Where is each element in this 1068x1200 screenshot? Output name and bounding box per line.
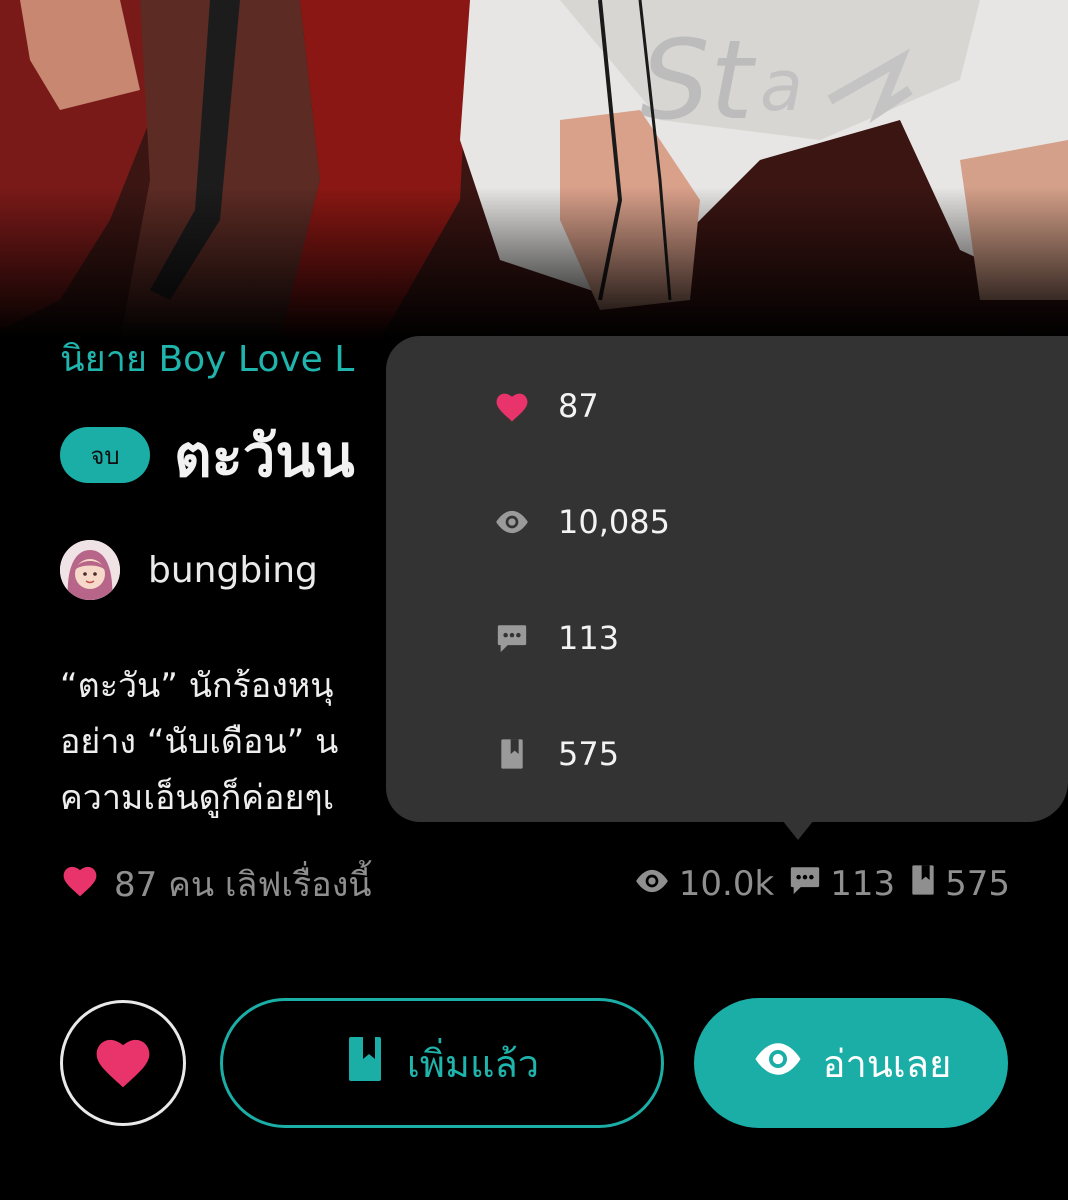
eye-icon <box>751 1040 823 1087</box>
status-badge: จบ <box>60 427 150 483</box>
comment-icon <box>492 622 532 654</box>
bookmarks-count: 575 <box>945 864 1010 904</box>
love-count-text: 87 คน เลิฟเรื่องนี้ <box>114 865 372 905</box>
bookmark-icon <box>909 864 945 905</box>
eye-icon <box>633 864 679 904</box>
stats-row: 87 คน เลิฟเรื่องนี้ 10.0k 113 575 <box>60 856 1010 912</box>
read-now-button[interactable]: อ่านเลย <box>694 998 1008 1128</box>
add-button-label: เพิ่มแล้ว <box>406 1041 540 1086</box>
stats-popup: 87 10,085 113 575 <box>386 336 1068 822</box>
eye-icon <box>492 509 532 535</box>
popup-bookmarks: 575 <box>492 724 619 784</box>
add-to-library-button[interactable]: เพิ่มแล้ว <box>220 998 664 1128</box>
popup-likes-value: 87 <box>558 387 599 425</box>
author-row[interactable]: bungbing <box>60 540 318 600</box>
description-line: ความเอ็นดูก็ค่อยๆเ <box>60 778 335 818</box>
description: “ตะวัน” นักร้องหนุ อย่าง “นับเดือน” น คว… <box>60 658 338 826</box>
love-stat: 87 คน เลิฟเรื่องนี้ <box>60 856 372 912</box>
heart-icon <box>60 862 114 907</box>
counts-group[interactable]: 10.0k 113 575 <box>619 856 1010 912</box>
popup-views: 10,085 <box>492 492 670 552</box>
bookmark-icon <box>492 738 532 770</box>
comment-icon <box>788 864 830 905</box>
views-count: 10.0k <box>678 864 775 904</box>
popup-likes: 87 <box>492 376 599 436</box>
popup-comments-value: 113 <box>558 619 620 657</box>
popup-comments: 113 <box>492 608 619 668</box>
description-line: “ตะวัน” นักร้องหนุ <box>60 666 334 706</box>
heart-icon <box>492 389 532 423</box>
author-name[interactable]: bungbing <box>148 550 318 591</box>
like-button[interactable] <box>60 1000 186 1126</box>
popup-views-value: 10,085 <box>558 503 670 541</box>
page-title: ตะวันน <box>174 421 355 490</box>
comments-stat[interactable]: 113 <box>788 864 895 905</box>
avatar[interactable] <box>60 540 120 600</box>
comments-count: 113 <box>830 864 896 904</box>
heart-icon <box>91 1032 155 1094</box>
read-button-label: อ่านเลย <box>822 1041 952 1086</box>
description-line: อย่าง “นับเดือน” น <box>60 722 339 762</box>
popup-bookmarks-value: 575 <box>558 735 620 773</box>
cover-image: St a <box>0 0 1068 340</box>
views-stat[interactable]: 10.0k <box>633 864 774 904</box>
popup-arrow <box>782 820 814 840</box>
category-label[interactable]: นิยาย Boy Love L <box>60 330 354 387</box>
bookmarks-stat[interactable]: 575 <box>909 864 1010 905</box>
title-row: จบ ตะวันน <box>60 420 355 490</box>
bookmark-icon <box>345 1034 407 1093</box>
